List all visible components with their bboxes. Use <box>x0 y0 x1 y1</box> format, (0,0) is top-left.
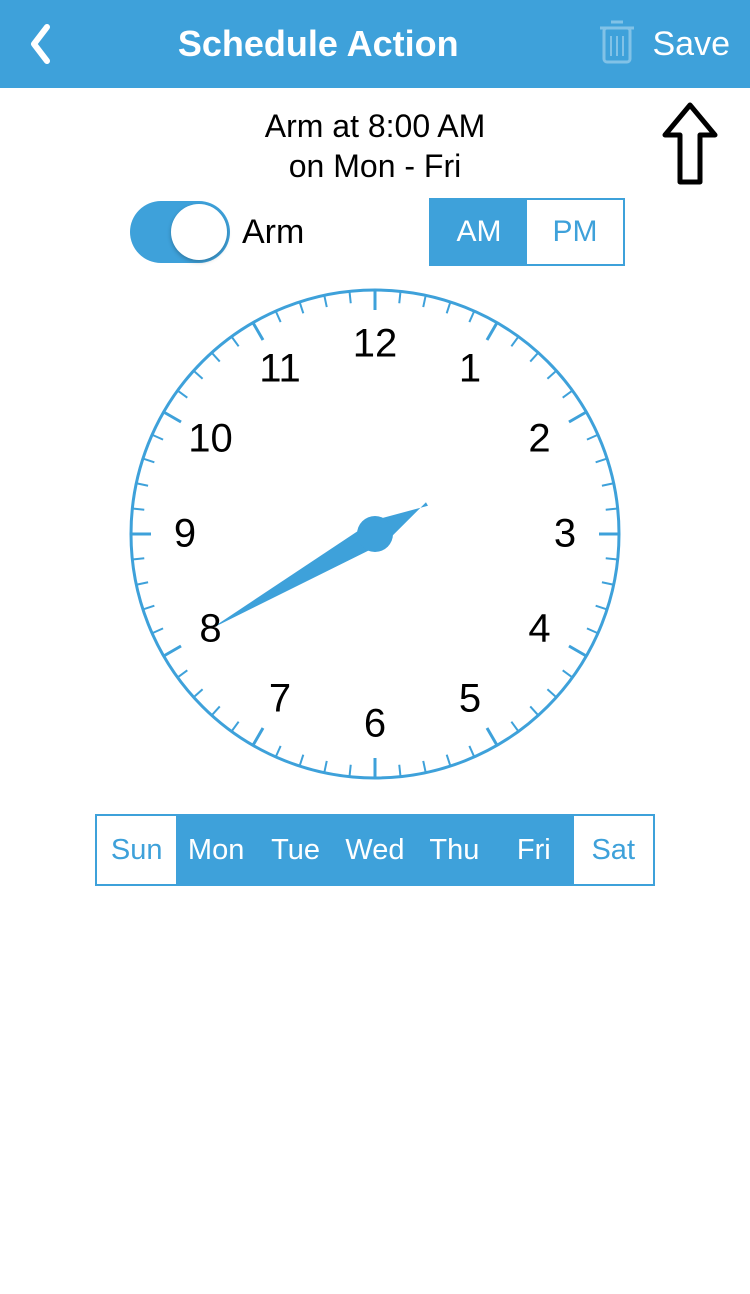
trash-icon <box>597 18 637 66</box>
am-option[interactable]: AM <box>431 200 527 264</box>
summary-line-2: on Mon - Fri <box>0 146 750 186</box>
clock-number: 9 <box>174 512 196 557</box>
clock-number: 3 <box>554 512 576 557</box>
day-picker: SunMonTueWedThuFriSat <box>95 814 655 886</box>
clock-number: 7 <box>269 676 291 721</box>
clock-number: 12 <box>353 322 398 367</box>
schedule-summary: Arm at 8:00 AM on Mon - Fri <box>0 106 750 186</box>
clock-number: 4 <box>528 607 550 652</box>
clock-number: 10 <box>188 417 233 462</box>
header-actions: Save <box>597 18 731 71</box>
clock-number: 8 <box>199 607 221 652</box>
header-bar: Schedule Action Save <box>0 0 750 88</box>
day-option-wed[interactable]: Wed <box>335 816 414 884</box>
clock-number: 2 <box>528 417 550 462</box>
clock-number: 5 <box>459 676 481 721</box>
day-option-fri[interactable]: Fri <box>494 816 573 884</box>
toggle-knob <box>171 204 227 260</box>
day-option-mon[interactable]: Mon <box>176 816 255 884</box>
delete-button[interactable] <box>597 18 637 71</box>
clock-number: 11 <box>259 347 301 392</box>
day-option-thu[interactable]: Thu <box>415 816 494 884</box>
controls-row: Arm AM PM <box>0 198 750 266</box>
arm-toggle-group: Arm <box>130 201 304 263</box>
pm-option[interactable]: PM <box>527 200 623 264</box>
save-button[interactable]: Save <box>653 25 731 64</box>
day-option-sun[interactable]: Sun <box>97 816 176 884</box>
up-arrow-annotation-icon <box>660 100 720 195</box>
clock-number: 6 <box>364 702 386 747</box>
arm-toggle-label: Arm <box>242 213 304 252</box>
page-title: Schedule Action <box>40 23 597 65</box>
clock-number: 1 <box>459 347 481 392</box>
summary-line-1: Arm at 8:00 AM <box>0 106 750 146</box>
arm-toggle[interactable] <box>130 201 230 263</box>
day-option-tue[interactable]: Tue <box>256 816 335 884</box>
day-option-sat[interactable]: Sat <box>574 816 653 884</box>
ampm-segmented-control: AM PM <box>429 198 625 266</box>
clock-picker[interactable]: 121234567891011 <box>125 284 625 784</box>
